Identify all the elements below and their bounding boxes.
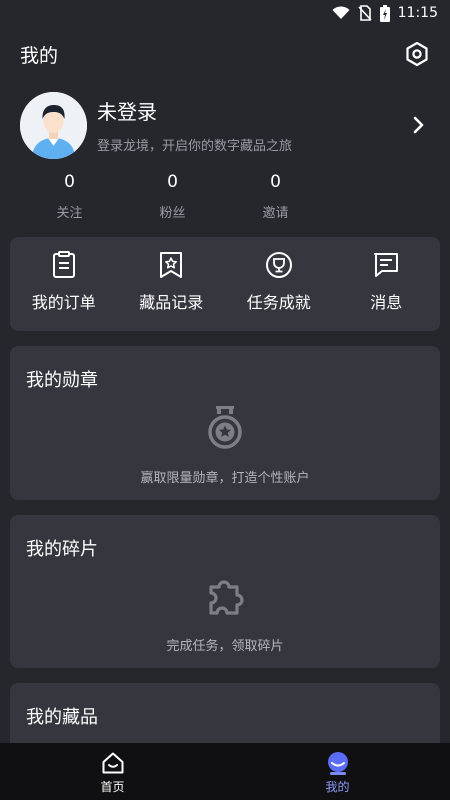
fragments-hint: 完成任务，领取碎片: [166, 639, 284, 654]
quick-actions-card: 我的订单 藏品记录 任务成就 消息: [10, 237, 440, 331]
tab-home[interactable]: 首页: [0, 743, 225, 800]
medal-icon: [208, 406, 242, 449]
status-time: 11:15: [397, 5, 438, 21]
tab-mine[interactable]: 我的: [225, 743, 450, 800]
quick-action-label: 我的订单: [31, 293, 96, 312]
stat-value: 0: [167, 172, 178, 192]
username: 未登录: [97, 100, 157, 124]
medals-card[interactable]: 我的勋章 赢取限量勋章，打造个性账户: [10, 346, 440, 500]
bookmark-star-icon: [160, 252, 183, 278]
section-title: 我的碎片: [26, 539, 98, 560]
status-bar: 11:15: [0, 0, 450, 26]
clipboard-icon: [52, 251, 75, 278]
puzzle-icon: [209, 580, 244, 615]
stat-invites[interactable]: 0 邀请: [224, 172, 327, 222]
stat-label: 粉丝: [159, 206, 186, 221]
medals-hint: 赢取限量勋章，打造个性账户: [140, 471, 310, 486]
quick-action-label: 任务成就: [246, 293, 311, 312]
header: 我的: [0, 38, 450, 70]
home-icon: [102, 752, 123, 774]
message-icon: [374, 253, 399, 277]
tab-label: 我的: [325, 780, 350, 794]
profile-tab-icon: [327, 752, 348, 775]
stats-row: 0 关注 0 粉丝 0 邀请: [18, 172, 328, 222]
profile-row[interactable]: 未登录 登录龙境，开启你的数字藏品之旅: [20, 90, 430, 160]
no-sim-icon: [358, 5, 372, 21]
quick-action-label: 藏品记录: [139, 293, 204, 312]
quick-action-label: 消息: [370, 293, 403, 312]
task-achievements-button[interactable]: 任务成就: [225, 237, 333, 331]
page-title: 我的: [20, 44, 59, 67]
trophy-icon: [265, 252, 292, 278]
bottom-tab-bar: 首页 我的: [0, 743, 450, 800]
section-title: 我的藏品: [26, 707, 98, 728]
stat-value: 0: [270, 172, 281, 192]
settings-icon[interactable]: [404, 41, 430, 67]
chevron-right-icon[interactable]: [406, 113, 430, 137]
battery-icon: [379, 4, 390, 22]
login-prompt: 登录龙境，开启你的数字藏品之旅: [97, 139, 293, 154]
stat-value: 0: [64, 172, 75, 192]
fragments-card[interactable]: 我的碎片 完成任务，领取碎片: [10, 515, 440, 668]
collection-records-button[interactable]: 藏品记录: [118, 237, 226, 331]
messages-button[interactable]: 消息: [333, 237, 441, 331]
tab-label: 首页: [100, 780, 125, 794]
stat-followers[interactable]: 0 粉丝: [121, 172, 224, 222]
wifi-icon: [332, 6, 350, 19]
stat-label: 邀请: [262, 206, 289, 221]
section-title: 我的勋章: [26, 370, 98, 391]
stat-label: 关注: [56, 206, 83, 221]
stat-following[interactable]: 0 关注: [18, 172, 121, 222]
my-orders-button[interactable]: 我的订单: [10, 237, 118, 331]
avatar[interactable]: [20, 91, 87, 159]
